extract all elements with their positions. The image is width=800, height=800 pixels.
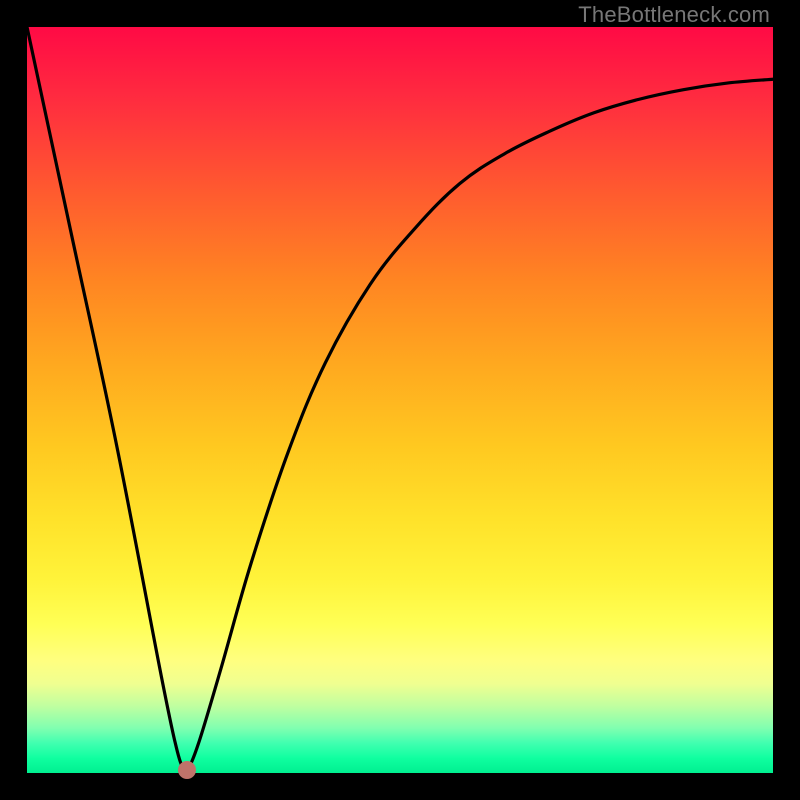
- chart-frame: TheBottleneck.com: [0, 0, 800, 800]
- watermark-text: TheBottleneck.com: [578, 2, 770, 28]
- bottleneck-curve: [27, 27, 773, 773]
- curve-path: [27, 27, 773, 773]
- minimum-marker: [178, 761, 196, 779]
- plot-area: [27, 27, 773, 773]
